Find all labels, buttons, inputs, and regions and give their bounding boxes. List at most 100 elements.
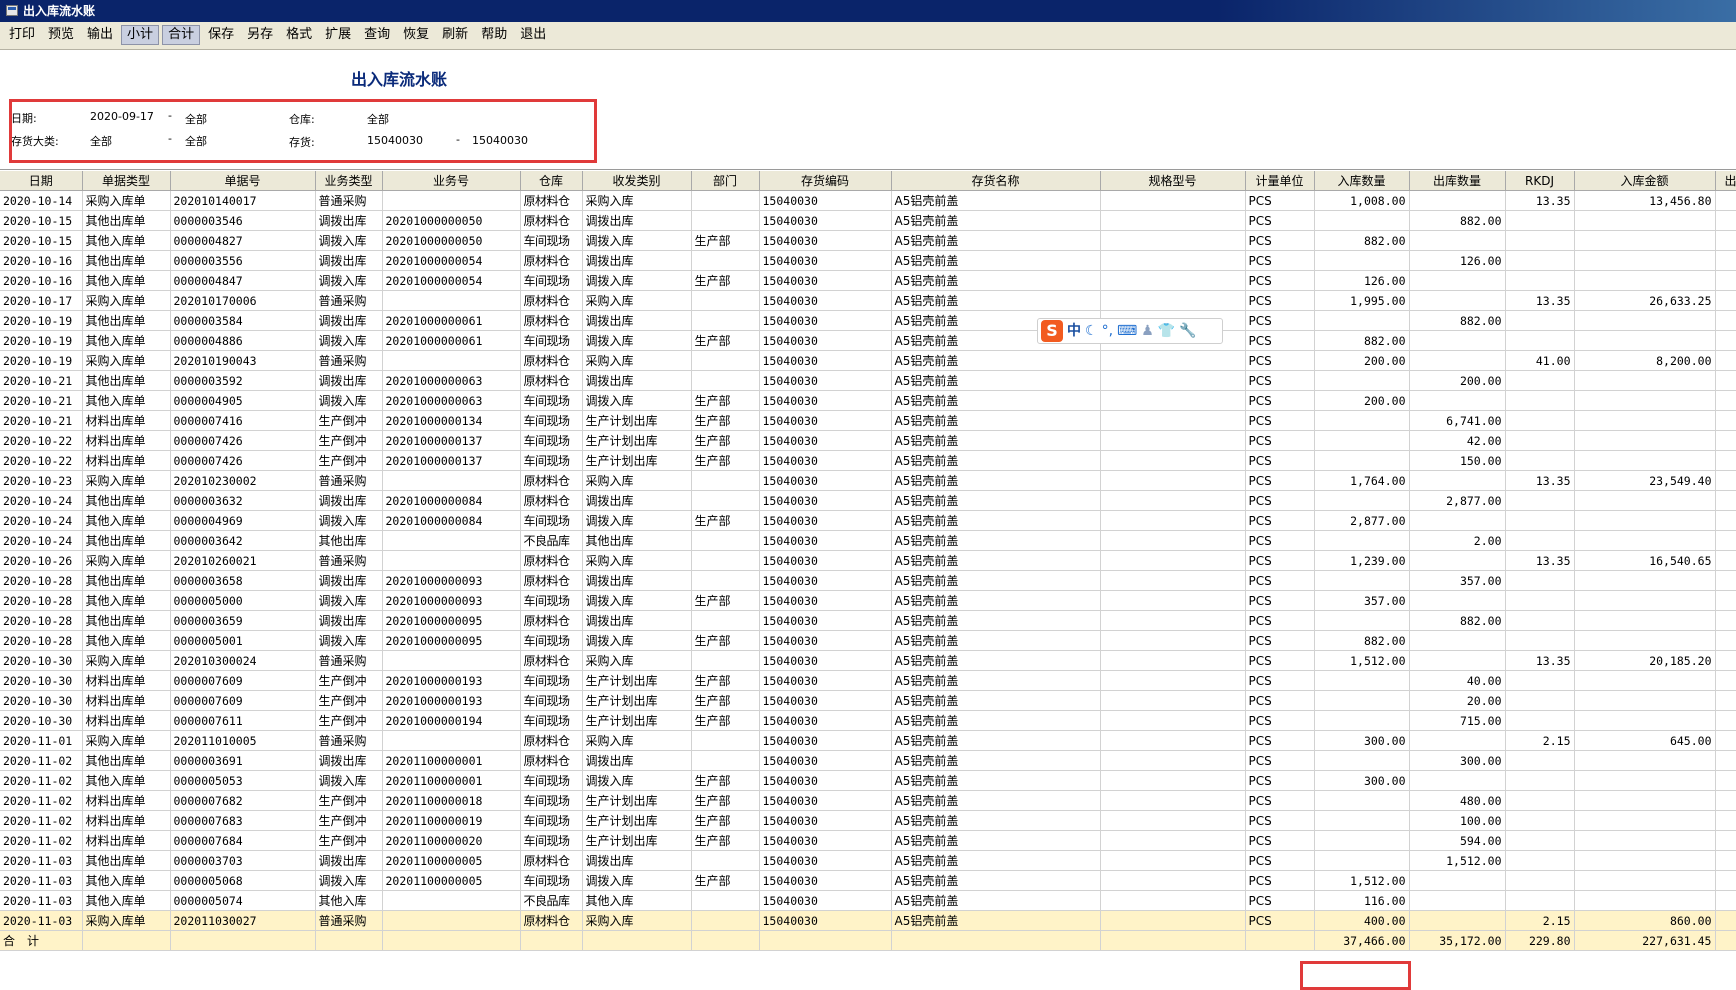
table-cell[interactable]: 调拨入库 — [582, 270, 692, 291]
table-cell[interactable]: 0000007609 — [170, 690, 316, 711]
table-cell[interactable] — [1505, 570, 1575, 591]
table-cell[interactable] — [1100, 750, 1246, 771]
table-cell[interactable]: 2.15 — [1505, 730, 1575, 751]
toolbar-button[interactable]: 预览 — [43, 25, 79, 45]
table-cell[interactable]: A5铝壳前盖 — [891, 910, 1101, 931]
punctuation-icon[interactable]: °, — [1102, 320, 1113, 342]
table-cell[interactable]: PCS — [1245, 730, 1315, 751]
table-cell[interactable]: 2020-10-22 — [0, 430, 83, 451]
table-cell[interactable]: 普通采购 — [315, 470, 383, 491]
toolbar-button[interactable]: 保存 — [203, 25, 239, 45]
table-cell[interactable]: 生产倒冲 — [315, 810, 383, 831]
column-header[interactable]: 单据号 — [170, 171, 316, 191]
table-cell[interactable]: 普通采购 — [315, 730, 383, 751]
table-cell[interactable]: 生产部 — [691, 790, 760, 811]
table-cell[interactable]: 0000007609 — [170, 670, 316, 691]
table-cell[interactable] — [1574, 610, 1716, 631]
table-cell[interactable]: 调拨出库 — [582, 490, 692, 511]
table-cell[interactable]: 生产计划出库 — [582, 430, 692, 451]
table-cell[interactable] — [1100, 410, 1246, 431]
table-cell[interactable]: 原材料仓 — [520, 730, 583, 751]
table-cell[interactable]: A5铝壳前盖 — [891, 510, 1101, 531]
table-cell[interactable]: 2020-10-24 — [0, 490, 83, 511]
table-cell[interactable]: 其他入库单 — [82, 510, 171, 531]
table-cell[interactable]: 采购入库单 — [82, 190, 171, 211]
table-cell[interactable] — [1715, 710, 1736, 731]
table-cell[interactable]: A5铝壳前盖 — [891, 830, 1101, 851]
table-cell[interactable]: PCS — [1245, 610, 1315, 631]
table-cell[interactable]: 车间现场 — [520, 390, 583, 411]
table-cell[interactable]: 13.35 — [1505, 470, 1575, 491]
toolbar-button[interactable]: 格式 — [281, 25, 317, 45]
table-cell[interactable]: 13,456.80 — [1574, 190, 1716, 211]
table-cell[interactable] — [1100, 490, 1246, 511]
table-cell[interactable] — [1715, 270, 1736, 291]
table-cell[interactable]: 20201000000054 — [382, 270, 521, 291]
table-cell[interactable]: PCS — [1245, 890, 1315, 911]
table-cell[interactable]: 生产计划出库 — [582, 690, 692, 711]
table-cell[interactable]: 生产倒冲 — [315, 710, 383, 731]
column-header[interactable]: 仓库 — [520, 171, 583, 191]
table-cell[interactable] — [1314, 570, 1410, 591]
table-cell[interactable] — [1505, 630, 1575, 651]
table-cell[interactable]: PCS — [1245, 350, 1315, 371]
table-cell[interactable] — [1100, 370, 1246, 391]
table-cell[interactable] — [1100, 570, 1246, 591]
table-cell[interactable]: 生产倒冲 — [315, 690, 383, 711]
user-icon[interactable]: ♟ — [1141, 320, 1154, 342]
table-cell[interactable]: 0000004847 — [170, 270, 316, 291]
table-cell[interactable]: A5铝壳前盖 — [891, 610, 1101, 631]
table-cell[interactable]: 生产部 — [691, 830, 760, 851]
table-cell[interactable] — [1715, 650, 1736, 671]
table-cell[interactable]: 调拨入库 — [315, 630, 383, 651]
table-cell[interactable] — [1409, 350, 1506, 371]
table-cell[interactable]: 20201000000093 — [382, 590, 521, 611]
table-row[interactable]: 2020-10-21 其他出库单 0000003592 调拨出库 20201000000… — [0, 370, 1736, 391]
table-cell[interactable]: 车间现场 — [520, 270, 583, 291]
table-cell[interactable]: 采购入库单 — [82, 550, 171, 571]
table-cell[interactable]: 2.00 — [1409, 530, 1506, 551]
table-cell[interactable] — [1100, 790, 1246, 811]
table-cell[interactable] — [1715, 290, 1736, 311]
table-cell[interactable] — [1245, 930, 1315, 951]
table-cell[interactable] — [1100, 610, 1246, 631]
table-cell[interactable] — [1314, 850, 1410, 871]
table-cell[interactable]: 20201000000134 — [382, 410, 521, 431]
table-cell[interactable]: 调拨出库 — [315, 750, 383, 771]
table-cell[interactable]: PCS — [1245, 750, 1315, 771]
table-cell[interactable] — [1314, 410, 1410, 431]
table-cell[interactable]: 车间现场 — [520, 510, 583, 531]
table-cell[interactable]: A5铝壳前盖 — [891, 550, 1101, 571]
toolbar-button[interactable]: 小计 — [121, 25, 160, 45]
table-cell[interactable]: 15040030 — [759, 710, 892, 731]
table-cell[interactable]: 2020-10-28 — [0, 570, 83, 591]
table-cell[interactable]: 13.35 — [1505, 650, 1575, 671]
table-cell[interactable]: 40.00 — [1409, 670, 1506, 691]
table-cell[interactable]: 20201000000084 — [382, 510, 521, 531]
table-cell[interactable]: 原材料仓 — [520, 350, 583, 371]
table-cell[interactable]: PCS — [1245, 870, 1315, 891]
table-cell[interactable] — [1574, 590, 1716, 611]
table-cell[interactable] — [691, 910, 760, 931]
table-cell[interactable]: 15040030 — [759, 250, 892, 271]
table-cell[interactable]: 生产部 — [691, 770, 760, 791]
table-cell[interactable]: 202010170006 — [170, 290, 316, 311]
table-cell[interactable]: 13.35 — [1505, 550, 1575, 571]
table-row[interactable]: 2020-10-28 其他出库单 0000003658 调拨出库 20201000000… — [0, 570, 1736, 591]
table-cell[interactable]: PCS — [1245, 410, 1315, 431]
table-cell[interactable] — [382, 290, 521, 311]
table-cell[interactable] — [1409, 190, 1506, 211]
table-cell[interactable]: 0000003556 — [170, 250, 316, 271]
table-cell[interactable]: 0000005074 — [170, 890, 316, 911]
table-cell[interactable]: 其他出库单 — [82, 750, 171, 771]
table-cell[interactable]: 材料出库单 — [82, 450, 171, 471]
table-cell[interactable]: 1,512.00 — [1314, 650, 1410, 671]
table-cell[interactable] — [1715, 190, 1736, 211]
table-cell[interactable]: 20201000000063 — [382, 390, 521, 411]
table-cell[interactable]: 15040030 — [759, 370, 892, 391]
table-cell[interactable]: 2,877.00 — [1409, 490, 1506, 511]
table-cell[interactable]: 20201000000193 — [382, 670, 521, 691]
table-cell[interactable]: 300.00 — [1409, 750, 1506, 771]
table-cell[interactable] — [1409, 890, 1506, 911]
table-cell[interactable]: 生产倒冲 — [315, 670, 383, 691]
